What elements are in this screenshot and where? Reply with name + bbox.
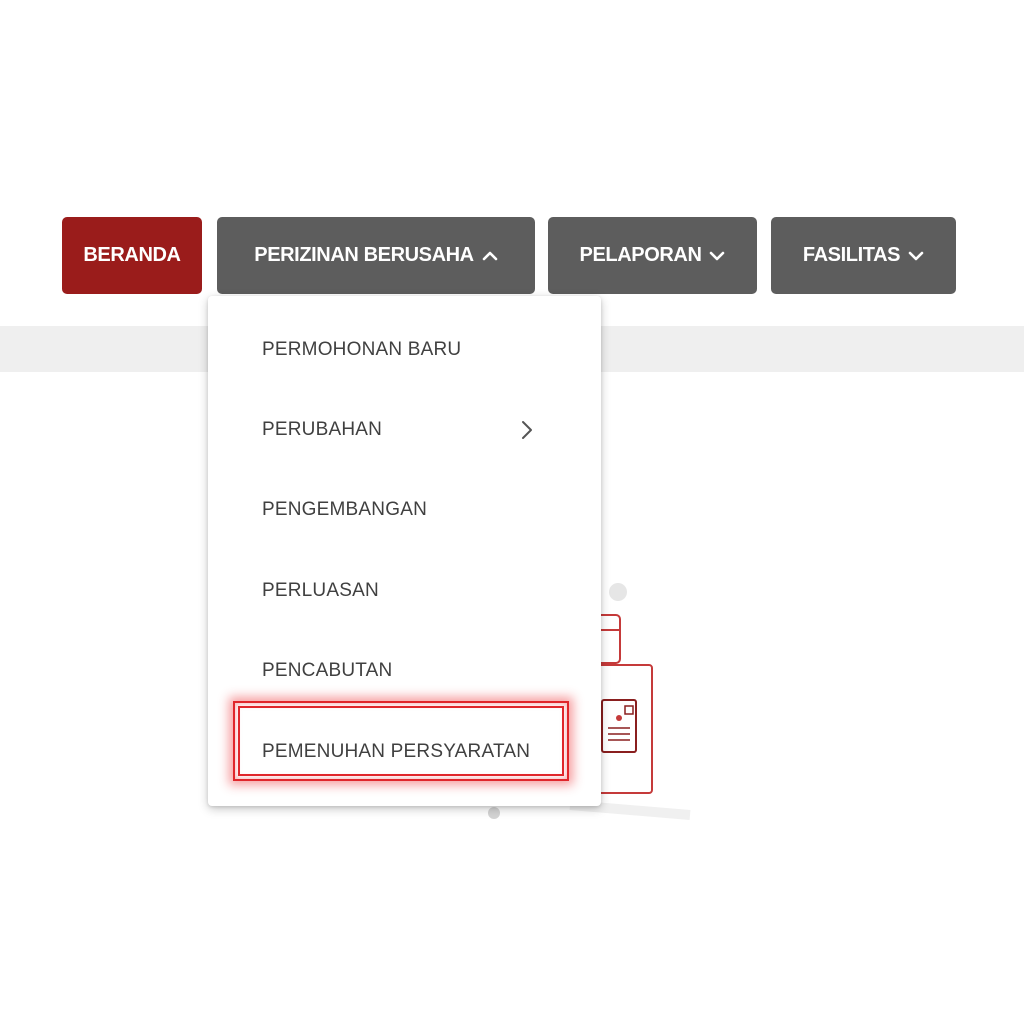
menu-item-pemenuhan-persyaratan[interactable]: PEMENUHAN PERSYARATAN [208,722,601,782]
menu-item-permohonan-baru[interactable]: PERMOHONAN BARU [208,320,601,380]
menu-item-label: PENCABUTAN [262,660,393,681]
menu-item-label: PERMOHONAN BARU [262,339,462,360]
page: BERANDA PERIZINAN BERUSAHA PELAPORAN FAS… [0,0,1024,1024]
menu-item-perluasan[interactable]: PERLUASAN [208,561,601,621]
nav-perizinan-label: PERIZINAN BERUSAHA [254,244,474,266]
menu-item-perubahan[interactable]: PERUBAHAN [208,400,601,460]
nav-fasilitas-button[interactable]: FASILITAS [771,217,956,294]
perizinan-dropdown-menu: PERMOHONAN BARU PERUBAHAN PENGEMBANGAN P… [208,296,601,806]
nav-perizinan-button[interactable]: PERIZINAN BERUSAHA [217,217,535,294]
nav-beranda-label: BERANDA [83,244,181,266]
nav-pelaporan-button[interactable]: PELAPORAN [548,217,757,294]
nav-pelaporan-label: PELAPORAN [579,244,702,266]
menu-item-pengembangan[interactable]: PENGEMBANGAN [208,480,601,540]
nav-fasilitas-label: FASILITAS [802,244,901,266]
chevron-down-icon [908,248,924,264]
menu-item-label: PERUBAHAN [262,419,383,440]
chevron-up-icon [482,248,498,264]
menu-item-label: PENGEMBANGAN [262,499,427,520]
chevron-down-icon [709,248,725,264]
menu-item-pencabutan[interactable]: PENCABUTAN [208,641,601,701]
nav-beranda-button[interactable]: BERANDA [62,217,202,294]
menu-item-label: PEMENUHAN PERSYARATAN [262,741,531,762]
chevron-right-icon [518,419,536,441]
menu-item-label: PERLUASAN [262,580,379,601]
